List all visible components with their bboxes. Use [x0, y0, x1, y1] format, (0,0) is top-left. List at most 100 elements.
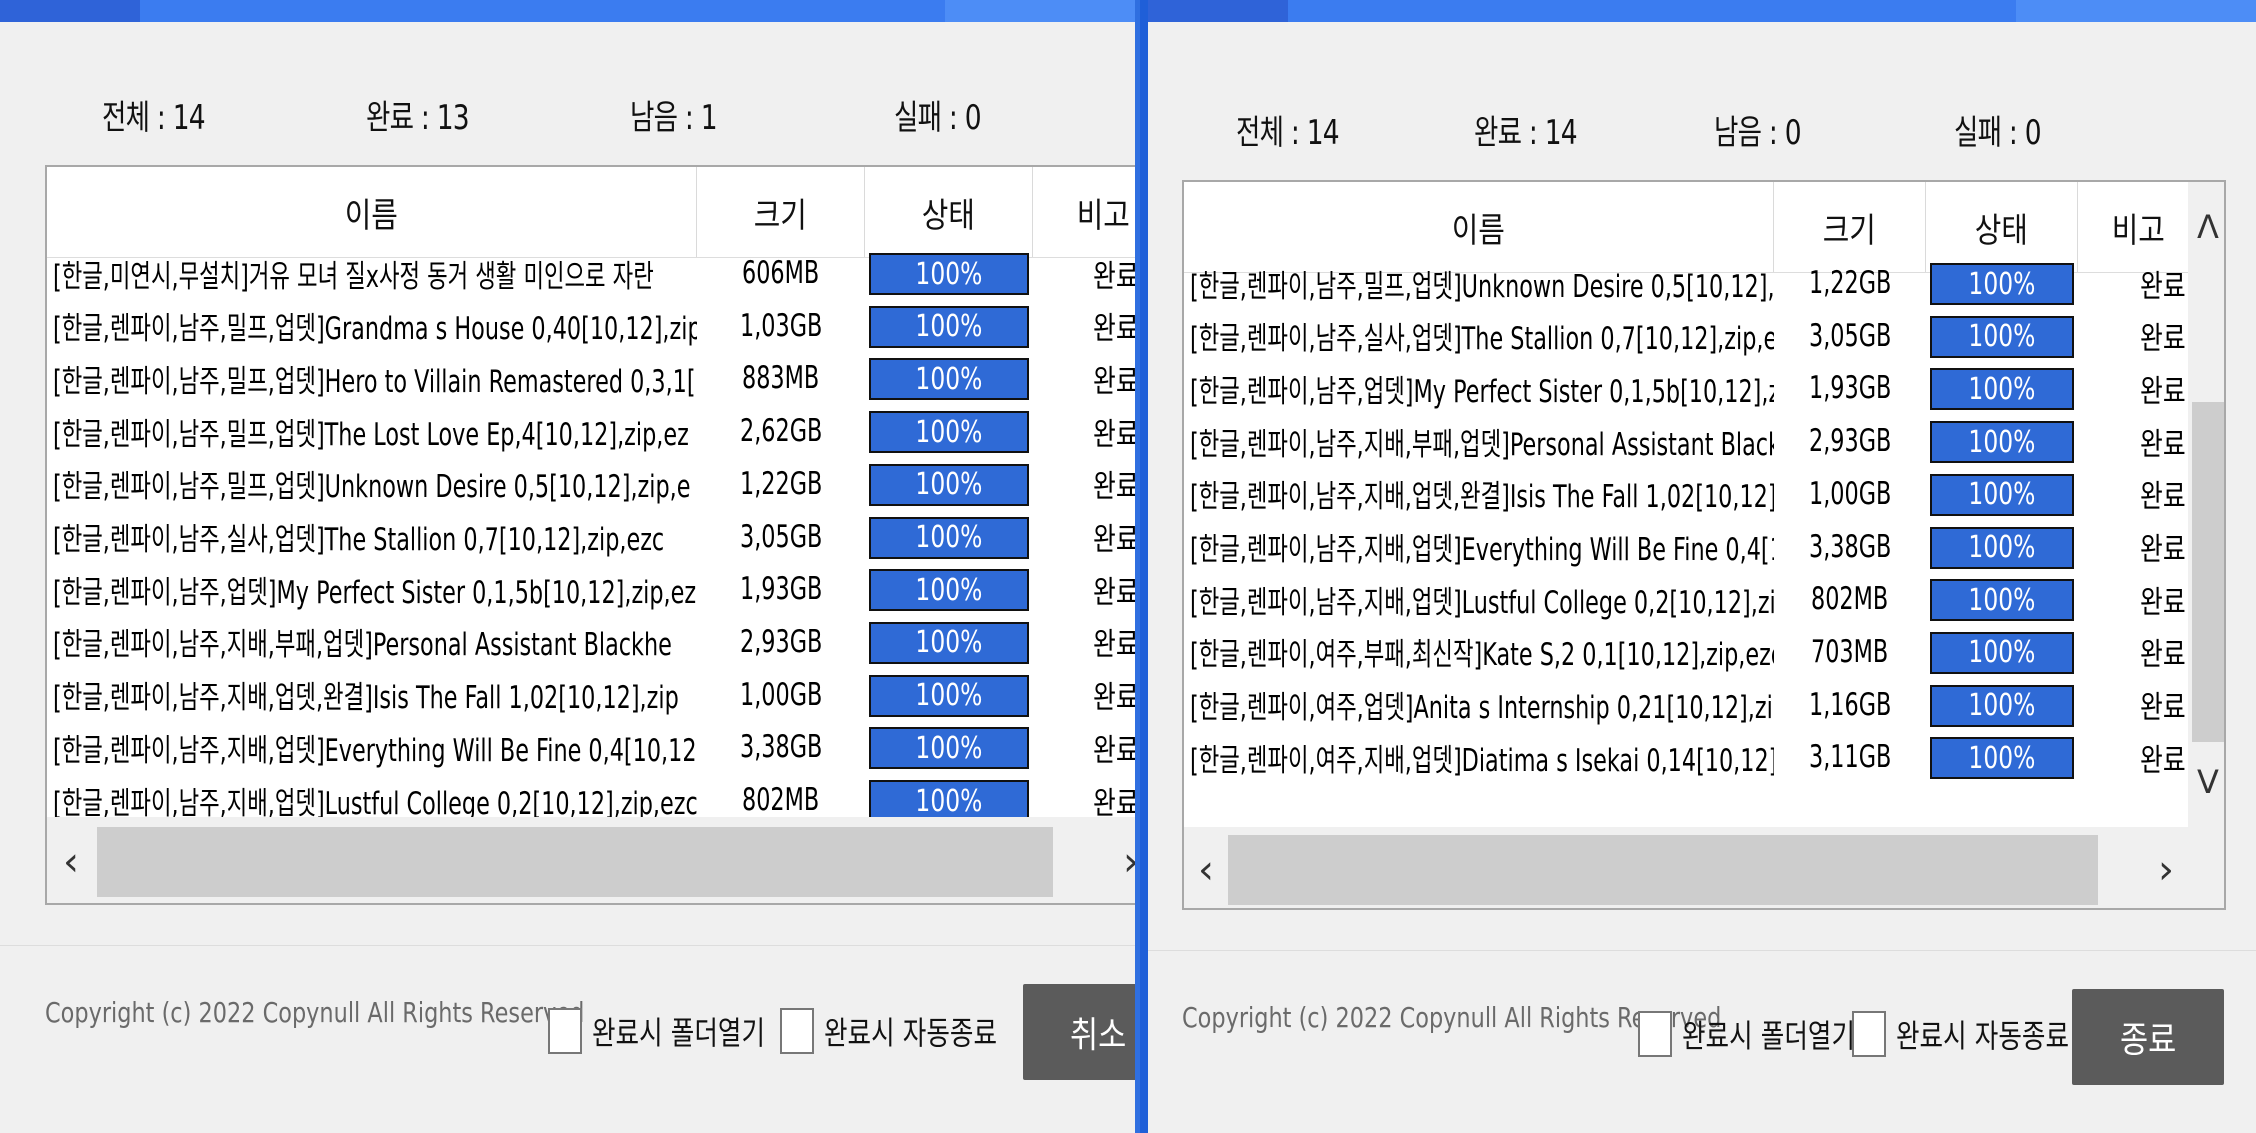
file-size: 1,03GB — [739, 307, 823, 344]
status-note: 완료 — [1093, 732, 1139, 769]
title-bar[interactable] — [0, 0, 1135, 22]
auto-close-checkbox[interactable]: 완료시 자동종료 — [780, 1008, 1040, 1054]
table-row[interactable]: [한글,렌파이,남주,실사,업뎃]The Stallion 0,7[10,12]… — [1184, 310, 2224, 362]
file-name: [한글,렌파이,여주,지배,업뎃]Diatima s Isekai 0,14[1… — [1190, 742, 1774, 779]
file-size: 1,00GB — [1808, 475, 1892, 512]
table-row[interactable]: [한글,렌파이,여주,업뎃]Anita s Internship 0,21[10… — [1184, 679, 2224, 731]
vertical-scrollbar[interactable]: ᐱ ᐯ — [2188, 182, 2224, 827]
stat-remaining: 남음 : 1 — [630, 98, 718, 138]
status-note: 완료 — [1093, 363, 1139, 400]
download-window-right: 전체 : 14 완료 : 14 남음 : 0 실패 : 0 이름 크기 상태 비… — [1148, 0, 2256, 1133]
progress-text: 100% — [1968, 688, 2036, 724]
file-name: [한글,렌파이,남주,실사,업뎃]The Stallion 0,7[10,12]… — [1190, 321, 1774, 358]
file-size: 703MB — [1811, 633, 1889, 670]
table-row[interactable]: [한글,렌파이,남주,업뎃]My Perfect Sister 0,1,5b[1… — [1184, 362, 2224, 414]
list-header: 이름 크기 상태 비고 — [47, 167, 1135, 258]
table-row[interactable]: [한글,렌파이,남주,지배,업뎃,완결]Isis The Fall 1,02[1… — [1184, 468, 2224, 520]
cancel-button[interactable]: 취소 — [1023, 984, 1135, 1080]
table-row[interactable]: [한글,렌파이,남주,지배,업뎃]Everything Will Be Fine… — [47, 721, 1139, 773]
progress-bar: 100% — [869, 780, 1029, 822]
progress-bar: 100% — [869, 411, 1029, 454]
file-size: 1,93GB — [739, 571, 823, 608]
file-size: 2,62GB — [739, 413, 823, 450]
scroll-down-arrow-icon[interactable]: ᐯ — [2188, 757, 2224, 807]
close-button[interactable]: 종료 — [2072, 989, 2224, 1085]
progress-bar: 100% — [869, 674, 1029, 717]
progress-text: 100% — [1968, 582, 2036, 618]
checkbox-box[interactable] — [1852, 1011, 1886, 1057]
checkbox-box[interactable] — [780, 1008, 814, 1054]
table-row[interactable]: [한글,렌파이,남주,밀프,업뎃]Unknown Desire 0,5[10,1… — [1184, 257, 2224, 309]
progress-bar: 100% — [869, 621, 1029, 664]
stat-total: 전체 : 14 — [1236, 113, 1340, 153]
scroll-left-arrow-icon[interactable]: ‹ — [47, 817, 95, 903]
table-row[interactable]: [한글,렌파이,남주,업뎃]My Perfect Sister 0,1,5b[1… — [47, 563, 1135, 615]
scroll-right-arrow-icon[interactable]: › — [2144, 827, 2188, 908]
stat-remaining: 남음 : 0 — [1714, 113, 1802, 153]
stat-done: 완료 : 13 — [366, 98, 470, 138]
file-size: 3,11GB — [1808, 739, 1892, 776]
file-size: 3,38GB — [1808, 528, 1892, 565]
progress-bar: 100% — [1930, 684, 2074, 727]
column-header-name[interactable]: 이름 — [47, 167, 697, 257]
column-header-size[interactable]: 크기 — [697, 167, 865, 257]
horizontal-scrollbar[interactable]: ‹ › — [1184, 827, 2224, 908]
stats-bar: 전체 : 14 완료 : 14 남음 : 0 실패 : 0 — [1148, 105, 2256, 153]
open-folder-label: 완료시 폴더열기 — [1682, 1017, 1856, 1055]
table-row[interactable]: [한글,렌파이,남주,실사,업뎃]The Stallion 0,7[10,12]… — [47, 511, 1139, 563]
progress-text: 100% — [915, 730, 983, 766]
scroll-right-arrow-icon[interactable]: › — [1107, 817, 1135, 903]
table-row[interactable]: [한글,렌파이,남주,지배,업뎃]Lustful College 0,2[10,… — [1184, 573, 2224, 625]
progress-bar: 100% — [1930, 631, 2074, 674]
file-name: [한글,렌파이,남주,업뎃]My Perfect Sister 0,1,5b[1… — [1190, 373, 1774, 410]
scroll-thumb[interactable] — [1228, 835, 2098, 905]
scroll-left-arrow-icon[interactable]: ‹ — [1184, 827, 1228, 908]
progress-bar: 100% — [1930, 315, 2074, 358]
progress-text: 100% — [915, 256, 983, 292]
table-row[interactable]: [한글,렌파이,남주,지배,부패,업뎃]Personal Assistant B… — [1184, 415, 2224, 467]
file-name: [한글,렌파이,남주,지배,업뎃]Lustful College 0,2[10,… — [1190, 584, 1774, 621]
progress-text: 100% — [915, 520, 983, 555]
table-row[interactable]: [한글,렌파이,남주,밀프,업뎃]The Lost Love Ep,4[10,1… — [47, 405, 1135, 457]
file-size: 606MB — [742, 255, 820, 291]
file-name: [한글,렌파이,남주,밀프,업뎃]Hero to Villain Remaste… — [53, 363, 696, 400]
file-name: [한글,렌파이,여주,업뎃]Anita s Internship 0,21[10… — [1190, 690, 1774, 727]
table-row[interactable]: [한글,렌파이,남주,지배,업뎃,완결]Isis The Fall 1,02[1… — [47, 669, 1135, 721]
stats-bar: 전체 : 14 완료 : 13 남음 : 1 실패 : 0 — [0, 90, 1135, 138]
progress-bar: 100% — [869, 358, 1029, 401]
file-name: [한글,미연시,무설치]거유 모녀 질x사정 동거 생활 미인으로 자란 — [53, 258, 654, 295]
progress-text: 100% — [1968, 266, 2036, 302]
stat-done: 완료 : 14 — [1474, 113, 1578, 153]
file-size: 1,93GB — [1808, 370, 1892, 407]
status-note: 완료 — [1093, 311, 1139, 348]
table-row[interactable]: [한글,렌파이,남주,밀프,업뎃]Grandma s House 0,40[10… — [47, 300, 1139, 352]
scroll-up-arrow-icon[interactable]: ᐱ — [2188, 202, 2224, 252]
checkbox-box[interactable] — [548, 1008, 582, 1054]
progress-bar: 100% — [1930, 263, 2074, 305]
table-row[interactable]: [한글,렌파이,여주,지배,업뎃]Diatima s Isekai 0,14[1… — [1184, 731, 2224, 783]
progress-text: 100% — [915, 678, 983, 714]
horizontal-scrollbar[interactable]: ‹ › — [47, 817, 1135, 903]
column-header-note[interactable]: 비고 — [1033, 167, 1135, 257]
table-row[interactable]: [한글,렌파이,남주,밀프,업뎃]Hero to Villain Remaste… — [47, 352, 1139, 404]
scroll-thumb-vertical[interactable] — [2192, 402, 2224, 742]
open-folder-label: 완료시 폴더열기 — [592, 1014, 766, 1052]
scroll-thumb[interactable] — [97, 827, 1053, 897]
file-name: [한글,렌파이,남주,지배,업뎃]Everything Will Be Fine… — [1190, 532, 1774, 568]
progress-text: 100% — [915, 783, 983, 819]
table-row[interactable]: [한글,렌파이,남주,지배,부패,업뎃]Personal Assistant B… — [47, 616, 1135, 668]
title-bar[interactable] — [1148, 0, 2256, 22]
progress-bar: 100% — [1930, 368, 2074, 411]
progress-bar: 100% — [869, 569, 1029, 612]
checkbox-box[interactable] — [1638, 1011, 1672, 1057]
column-header-status[interactable]: 상태 — [865, 167, 1033, 257]
footer: Copyright (c) 2022 Copynull All Rights R… — [0, 945, 1135, 1133]
stat-failed: 실패 : 0 — [894, 98, 982, 138]
table-row[interactable]: [한글,렌파이,여주,부패,최신작]Kate S,2 0,1[10,12],zi… — [1184, 626, 2224, 678]
table-row[interactable]: [한글,미연시,무설치]거유 모녀 질x사정 동거 생활 미인으로 자란 606M… — [47, 247, 1135, 299]
status-note: 완료 — [1093, 522, 1139, 558]
open-folder-checkbox[interactable]: 완료시 폴더열기 — [548, 1008, 808, 1054]
table-row[interactable]: [한글,렌파이,남주,밀프,업뎃]Unknown Desire 0,5[10,1… — [47, 458, 1135, 510]
table-row[interactable]: [한글,렌파이,남주,지배,업뎃]Everything Will Be Fine… — [1184, 521, 2224, 573]
progress-bar: 100% — [869, 305, 1029, 348]
